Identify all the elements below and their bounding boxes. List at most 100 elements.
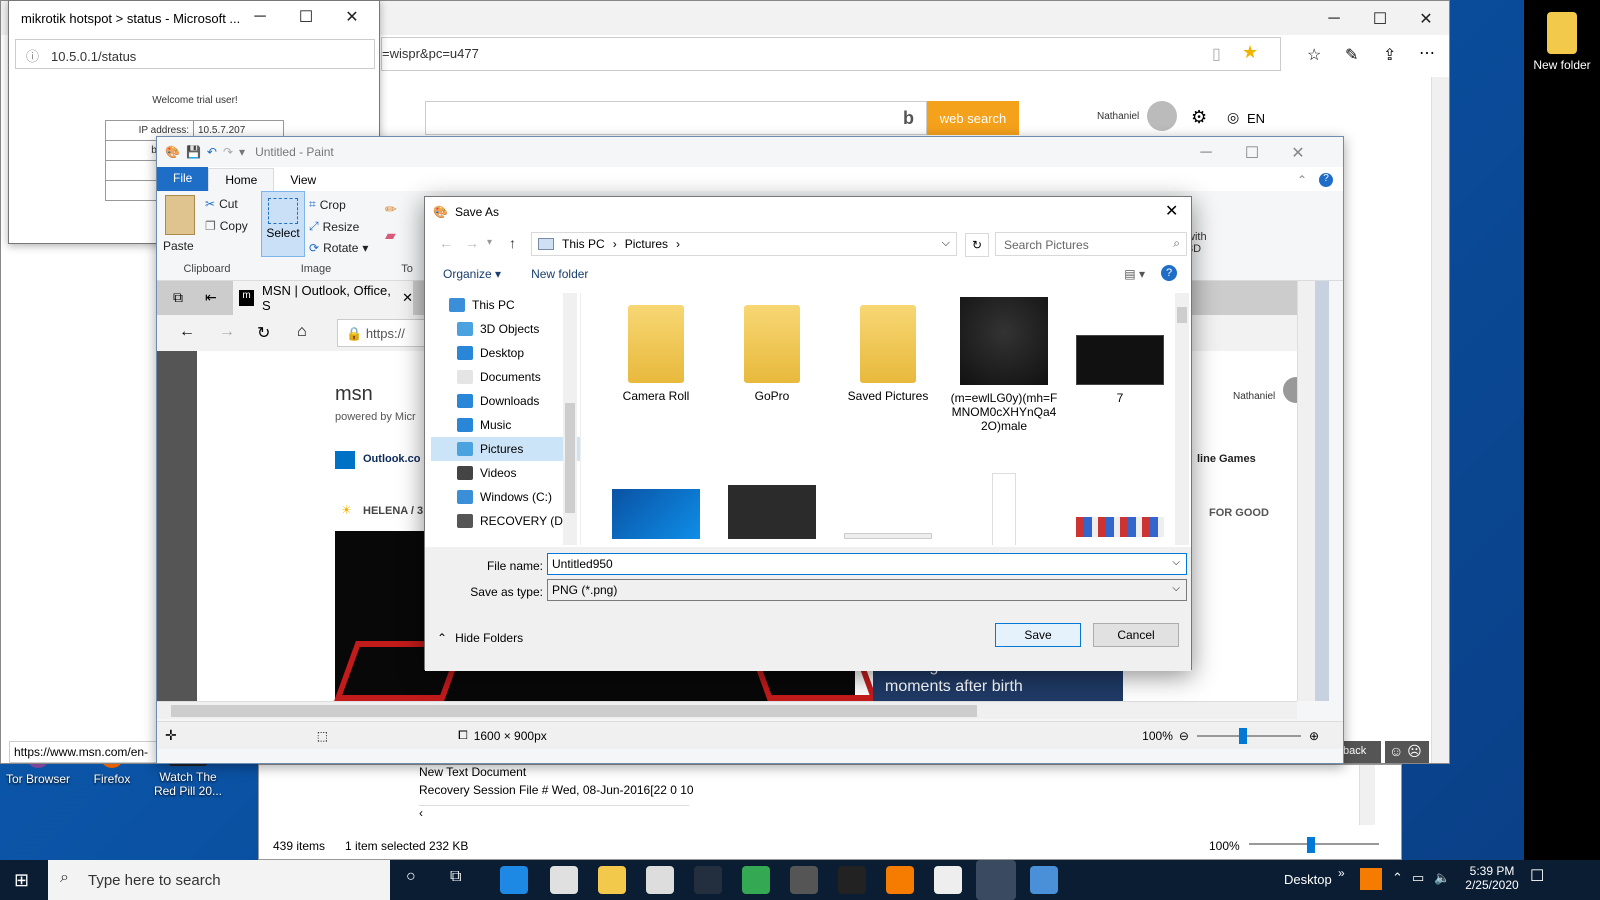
zoom-slider[interactable] bbox=[1249, 835, 1379, 853]
nav-scrollbar[interactable] bbox=[563, 293, 577, 545]
address-bar[interactable]: ⓘ 10.5.0.1/status bbox=[15, 39, 375, 69]
file-item[interactable]: GoPro bbox=[717, 297, 827, 403]
close-button[interactable]: ✕ bbox=[1275, 137, 1321, 169]
maximize-button[interactable]: ☐ bbox=[1229, 137, 1275, 169]
search-input[interactable]: Search Pictures ⌕ bbox=[995, 232, 1187, 256]
file-item[interactable]: 7 bbox=[1065, 297, 1175, 405]
breadcrumb-pictures[interactable]: Pictures bbox=[625, 237, 668, 251]
save-icon[interactable]: 💾 bbox=[186, 145, 201, 159]
language-label[interactable]: EN bbox=[1247, 111, 1265, 126]
recent-locations-icon[interactable]: ▾ bbox=[487, 237, 492, 248]
minimize-button[interactable]: ─ bbox=[237, 1, 283, 33]
nav-item[interactable]: Pictures bbox=[431, 437, 580, 461]
bing-search-box[interactable]: b bbox=[425, 101, 927, 135]
mail-taskbar-icon[interactable] bbox=[646, 866, 674, 894]
organize-button[interactable]: Organize ▾ bbox=[443, 267, 501, 281]
close-button[interactable]: ✕ bbox=[1403, 3, 1449, 35]
collapse-ribbon-icon[interactable]: ⌃ bbox=[1297, 173, 1307, 187]
zoom-out-button[interactable]: ⊖ bbox=[1179, 729, 1189, 743]
desktop-toolbar-label[interactable]: Desktop bbox=[1284, 872, 1332, 887]
file-item[interactable]: billing_address bbox=[833, 473, 943, 545]
tab-file[interactable]: File bbox=[157, 167, 209, 191]
vlc-taskbar-icon[interactable] bbox=[886, 866, 914, 894]
back-icon[interactable]: ← bbox=[439, 235, 453, 251]
file-item[interactable]: bITMAPIMAGEIN bbox=[949, 473, 1059, 545]
web-search-button[interactable]: web search bbox=[927, 101, 1019, 135]
canvas-vertical-scrollbar[interactable] bbox=[1297, 281, 1315, 701]
pen-icon[interactable]: ✎ bbox=[1345, 45, 1358, 65]
hide-folders-button[interactable]: ⌃ Hide Folders bbox=[437, 631, 523, 645]
task-view-icon[interactable]: ⧉ bbox=[450, 868, 461, 886]
maximize-button[interactable]: ☐ bbox=[283, 1, 329, 33]
eraser-icon[interactable]: ▰ bbox=[385, 227, 396, 244]
cut-button[interactable]: ✂ Cut bbox=[205, 197, 238, 211]
paste-button[interactable]: Paste bbox=[163, 239, 194, 253]
photo-app-taskbar-icon[interactable] bbox=[934, 866, 962, 894]
scrollbar[interactable] bbox=[1431, 77, 1449, 763]
reading-view-icon[interactable]: ▯ bbox=[1212, 44, 1221, 64]
tripadvisor-taskbar-icon[interactable] bbox=[742, 866, 770, 894]
file-item[interactable]: (m=ewlLG0y)(mh=FMNOM0cXHYnQa42O)male bbox=[949, 297, 1059, 433]
file-name-field[interactable]: Untitled950 ⌵ bbox=[547, 553, 1187, 575]
start-button[interactable]: ⊞ bbox=[14, 870, 29, 891]
store-taskbar-icon[interactable] bbox=[550, 866, 578, 894]
breadcrumb-this-pc[interactable]: This PC bbox=[562, 237, 605, 251]
view-options-icon[interactable]: ▤ ▾ bbox=[1124, 267, 1145, 281]
redo-icon[interactable]: ↷ bbox=[223, 145, 233, 159]
tab-view[interactable]: View bbox=[274, 169, 332, 191]
close-button[interactable]: ✕ bbox=[1165, 201, 1178, 221]
select-button[interactable]: Select bbox=[261, 191, 305, 257]
taskbar-search[interactable]: ⌕ Type here to search bbox=[48, 860, 390, 900]
undo-icon[interactable]: ↶ bbox=[207, 145, 217, 159]
nav-item[interactable]: Videos bbox=[431, 461, 580, 485]
favorites-icon[interactable]: ☆ bbox=[1307, 45, 1321, 65]
save-type-select[interactable]: PNG (*.png) ⌵ bbox=[547, 579, 1187, 601]
smiley-icon[interactable]: ☺ ☹ bbox=[1385, 741, 1429, 763]
show-hidden-icons-icon[interactable]: ⌃ bbox=[1392, 870, 1403, 886]
rotate-button[interactable]: ⟳ Rotate ▾ bbox=[309, 241, 368, 255]
more-icon[interactable]: ⋯ bbox=[1419, 43, 1435, 63]
file-item[interactable]: 610 bbox=[601, 473, 711, 545]
globe-icon[interactable]: ◎ bbox=[1227, 109, 1239, 126]
files-scrollbar[interactable] bbox=[1175, 293, 1189, 545]
file-explorer-taskbar-icon[interactable] bbox=[598, 866, 626, 894]
nav-item[interactable]: RECOVERY (D:) bbox=[431, 509, 580, 533]
pencil-icon[interactable]: ✏ bbox=[385, 201, 397, 218]
share-icon[interactable]: ⇪ bbox=[1383, 45, 1396, 65]
scrollbar[interactable] bbox=[1359, 765, 1375, 825]
image-viewer-taskbar-icon[interactable] bbox=[1030, 866, 1058, 894]
file-item[interactable]: bg_channel_dron bbox=[717, 473, 827, 545]
list-item[interactable]: New Text Document bbox=[419, 765, 526, 779]
cortana-icon[interactable]: ○ bbox=[406, 868, 416, 886]
action-center-icon[interactable]: ☐ bbox=[1530, 866, 1544, 886]
cancel-button[interactable]: Cancel bbox=[1093, 623, 1179, 647]
feedback-button[interactable]: back bbox=[1339, 741, 1381, 763]
zoom-slider[interactable] bbox=[1196, 727, 1301, 744]
save-button[interactable]: Save bbox=[995, 623, 1081, 647]
battery-icon[interactable]: ▭ bbox=[1412, 870, 1424, 886]
up-icon[interactable]: ↑ bbox=[509, 235, 516, 251]
nav-item[interactable]: 3D Objects bbox=[431, 317, 580, 341]
color-app-taskbar-icon[interactable] bbox=[838, 866, 866, 894]
file-item[interactable]: Camera Roll bbox=[601, 297, 711, 403]
paste-icon[interactable] bbox=[165, 195, 195, 235]
forward-icon[interactable]: → bbox=[465, 235, 479, 251]
desktop-icon-new-folder[interactable]: New folder bbox=[1522, 12, 1600, 72]
zoom-in-button[interactable]: ⊕ bbox=[1309, 729, 1319, 743]
edge-taskbar-icon[interactable] bbox=[500, 866, 528, 894]
nav-item[interactable]: Downloads bbox=[431, 389, 580, 413]
refresh-icon[interactable]: ↻ bbox=[965, 233, 989, 257]
file-item[interactable]: Saved Pictures bbox=[833, 297, 943, 403]
canvas-horizontal-scrollbar[interactable] bbox=[157, 701, 1297, 719]
paint-taskbar-icon[interactable] bbox=[976, 860, 1016, 900]
maximize-button[interactable]: ☐ bbox=[1357, 3, 1403, 35]
help-icon[interactable]: ? bbox=[1319, 173, 1333, 187]
gear-icon[interactable]: ⚙ bbox=[1191, 107, 1207, 128]
favorite-star-icon[interactable]: ★ bbox=[1242, 42, 1258, 63]
nav-item[interactable]: Desktop bbox=[431, 341, 580, 365]
clock[interactable]: 5:39 PM 2/25/2020 bbox=[1462, 864, 1522, 892]
minimize-button[interactable]: ─ bbox=[1311, 3, 1357, 35]
quick-access-menu-icon[interactable]: ▾ bbox=[239, 145, 245, 159]
nav-item[interactable]: Windows (C:) bbox=[431, 485, 580, 509]
close-button[interactable]: ✕ bbox=[329, 1, 375, 33]
